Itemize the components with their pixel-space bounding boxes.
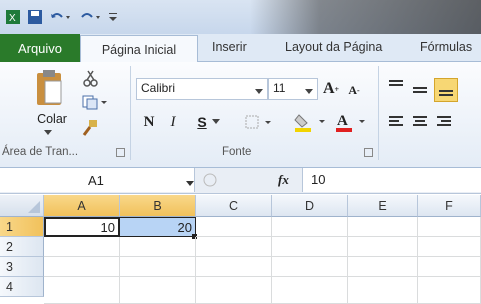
group-separator	[378, 66, 379, 160]
cell[interactable]	[418, 217, 481, 237]
align-middle-icon[interactable]	[410, 80, 430, 100]
underline-dropdown-icon[interactable]	[210, 116, 222, 128]
tab-pagina-inicial[interactable]: Página Inicial	[80, 35, 198, 63]
cell[interactable]	[44, 257, 120, 277]
cut-icon[interactable]	[80, 68, 100, 88]
format-painter-icon[interactable]	[80, 118, 100, 138]
name-box-value: A1	[88, 172, 104, 188]
row-header[interactable]: 1	[0, 217, 44, 237]
fill-color-icon[interactable]	[292, 110, 332, 134]
group-separator	[130, 66, 131, 160]
clipboard-group-label: Área de Tran...	[2, 146, 79, 158]
cell[interactable]	[272, 257, 348, 277]
name-box[interactable]: A1	[0, 168, 195, 192]
align-bottom-icon[interactable]	[434, 78, 458, 102]
cell[interactable]	[348, 217, 418, 237]
font-name-value: Calibri	[141, 81, 176, 95]
column-header[interactable]: B	[120, 195, 196, 217]
svg-text:X: X	[9, 13, 16, 24]
undo-icon[interactable]	[48, 8, 72, 26]
cell[interactable]	[44, 237, 120, 257]
paste-label[interactable]: Colar	[32, 112, 72, 126]
redo-icon[interactable]	[78, 8, 102, 26]
tab-arquivo[interactable]: Arquivo	[0, 34, 80, 62]
font-name-dropdown-icon[interactable]	[255, 84, 263, 98]
column-header[interactable]: C	[196, 195, 272, 217]
cell[interactable]	[196, 277, 272, 304]
cell[interactable]	[348, 257, 418, 277]
font-group-label: Fonte	[222, 146, 252, 158]
align-left-icon[interactable]	[386, 112, 406, 132]
borders-icon[interactable]	[244, 112, 276, 132]
cell[interactable]	[272, 217, 348, 237]
cell[interactable]	[120, 257, 196, 277]
copy-icon[interactable]	[80, 92, 110, 112]
clipboard-launcher-icon[interactable]	[114, 146, 126, 158]
cell[interactable]	[418, 237, 481, 257]
cell[interactable]	[44, 277, 120, 304]
cell[interactable]	[196, 257, 272, 277]
row-header[interactable]: 2	[0, 237, 44, 257]
cell[interactable]	[272, 237, 348, 257]
formula-options-icon[interactable]	[200, 171, 220, 189]
cell[interactable]	[348, 277, 418, 304]
cell[interactable]	[418, 277, 481, 304]
tab-layout-da-pagina[interactable]: Layout da Página	[285, 40, 382, 54]
save-icon[interactable]	[26, 8, 44, 26]
column-header[interactable]: E	[348, 195, 418, 217]
tab-inserir[interactable]: Inserir	[212, 40, 247, 54]
row-header[interactable]: 3	[0, 257, 44, 277]
paste-dropdown-icon[interactable]	[42, 128, 54, 138]
cell[interactable]	[120, 237, 196, 257]
font-launcher-icon[interactable]	[362, 146, 374, 158]
column-header[interactable]: D	[272, 195, 348, 217]
quick-access-toolbar: X	[0, 0, 481, 34]
ribbon-home: Colar Área de Tran... Calibri 11 A + A- N…	[0, 62, 481, 168]
cell-b1[interactable]: 20	[120, 217, 196, 237]
bold-button[interactable]: N	[140, 112, 158, 132]
align-center-icon[interactable]	[410, 112, 430, 132]
row-header[interactable]: 4	[0, 277, 44, 297]
ribbon-tabs: Arquivo Página Inicial Inserir Layout da…	[0, 34, 481, 63]
formula-input[interactable]: 10	[302, 168, 481, 192]
cell[interactable]	[196, 237, 272, 257]
paste-icon[interactable]	[32, 68, 66, 112]
cell[interactable]	[196, 217, 272, 237]
italic-button[interactable]: I	[164, 112, 182, 132]
cell[interactable]	[348, 237, 418, 257]
tab-formulas[interactable]: Fórmulas	[420, 40, 472, 54]
svg-text:A: A	[337, 113, 348, 129]
underline-button[interactable]: S	[194, 112, 210, 132]
name-box-dropdown-icon[interactable]	[186, 176, 194, 190]
font-size-box[interactable]: 11	[268, 78, 318, 100]
font-name-box[interactable]: Calibri	[136, 78, 268, 100]
insert-function-icon[interactable]: fx	[278, 172, 289, 188]
excel-icon[interactable]: X	[4, 8, 22, 26]
cell[interactable]	[272, 277, 348, 304]
shrink-font-icon[interactable]: A-	[344, 80, 364, 100]
select-all-corner[interactable]	[0, 195, 44, 217]
customize-qat-icon[interactable]	[106, 8, 120, 26]
formula-bar: A1 fx 10	[0, 168, 481, 194]
column-header[interactable]: F	[418, 195, 481, 217]
grow-font-icon[interactable]: A +	[320, 78, 342, 100]
font-size-value: 11	[273, 81, 286, 95]
cell[interactable]	[120, 277, 196, 304]
column-header[interactable]: A	[44, 195, 120, 217]
font-size-dropdown-icon[interactable]	[305, 84, 313, 98]
cell-a1[interactable]: 10	[44, 217, 120, 237]
align-top-icon[interactable]	[386, 76, 406, 96]
align-right-icon[interactable]	[434, 112, 454, 132]
cell[interactable]	[418, 257, 481, 277]
font-color-icon[interactable]: A	[334, 110, 370, 134]
titlebar-shadow	[250, 0, 481, 34]
